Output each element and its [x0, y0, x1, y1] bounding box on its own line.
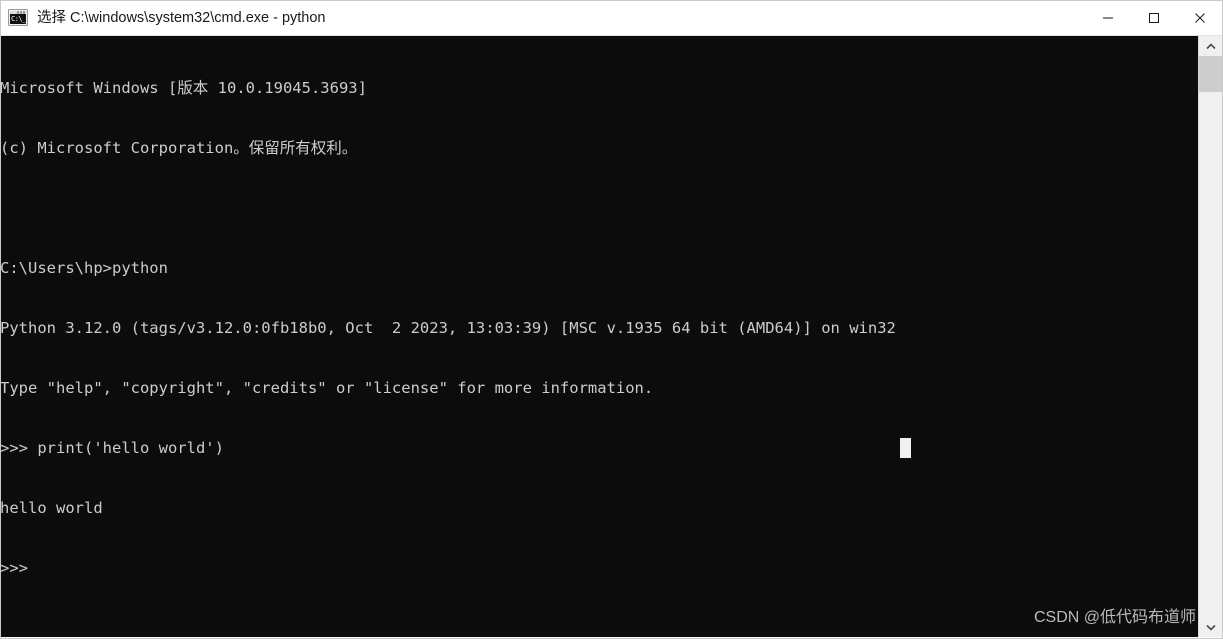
- console-line: >>> print('hello world'): [0, 439, 224, 457]
- console-line: (c) Microsoft Corporation。保留所有权利。: [0, 139, 358, 157]
- close-button[interactable]: [1177, 0, 1223, 36]
- window-controls: [1085, 0, 1223, 36]
- console-line: C:\Users\hp>python: [0, 259, 168, 277]
- console-line: >>>: [0, 559, 28, 577]
- scroll-up-button[interactable]: [1199, 36, 1223, 56]
- console-text: Microsoft Windows [版本 10.0.19045.3693] (…: [0, 38, 1198, 618]
- cmd-icon-glyph: C:\_: [10, 14, 26, 24]
- maximize-icon: [1149, 12, 1159, 23]
- maximize-button[interactable]: [1131, 0, 1177, 36]
- window-titlebar[interactable]: C:\_ 选择 C:\windows\system32\cmd.exe - py…: [0, 0, 1223, 36]
- scrollbar-track[interactable]: [1199, 92, 1223, 617]
- window-title: 选择 C:\windows\system32\cmd.exe - python: [37, 9, 326, 26]
- text-cursor: [900, 438, 911, 458]
- vertical-scrollbar[interactable]: [1198, 36, 1223, 637]
- watermark-label: CSDN @低代码布道师: [1033, 609, 1196, 626]
- console-line: Microsoft Windows [版本 10.0.19045.3693]: [0, 79, 367, 97]
- chevron-up-icon: [1206, 42, 1216, 49]
- console-line: Type "help", "copyright", "credits" or "…: [0, 379, 654, 397]
- titlebar-left: C:\_ 选择 C:\windows\system32\cmd.exe - py…: [0, 0, 1085, 35]
- scroll-down-button[interactable]: [1199, 617, 1223, 637]
- console-output-area[interactable]: Microsoft Windows [版本 10.0.19045.3693] (…: [0, 36, 1223, 637]
- cmd-icon: C:\_: [8, 9, 28, 26]
- close-icon: [1195, 12, 1205, 23]
- minimize-icon: [1103, 17, 1113, 18]
- scrollbar-thumb[interactable]: [1199, 56, 1223, 92]
- chevron-down-icon: [1206, 624, 1216, 631]
- cmd-window: C:\_ 选择 C:\windows\system32\cmd.exe - py…: [0, 0, 1223, 639]
- console-line: Python 3.12.0 (tags/v3.12.0:0fb18b0, Oct…: [0, 319, 896, 337]
- console-line: hello world: [0, 499, 103, 517]
- minimize-button[interactable]: [1085, 0, 1131, 36]
